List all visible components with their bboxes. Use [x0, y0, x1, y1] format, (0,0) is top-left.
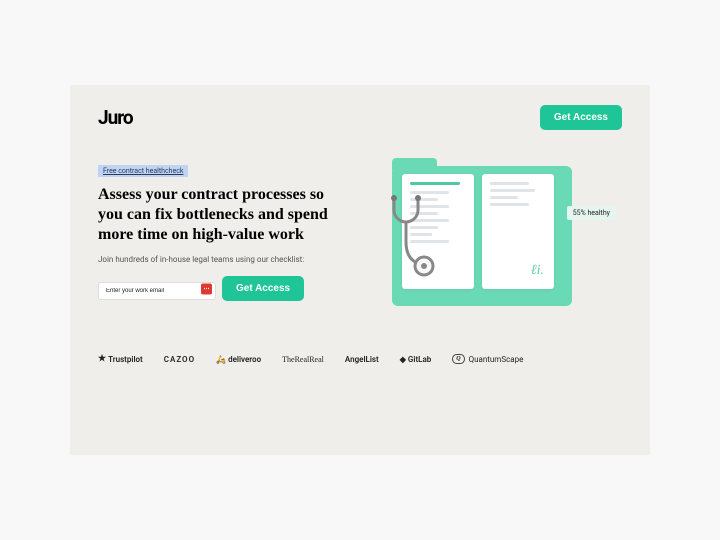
document-graphic-2: ℓi. [482, 174, 554, 289]
logo-deliveroo: 🛵deliveroo [216, 355, 261, 364]
hero-content: Free contract healthcheck Assess your co… [98, 158, 622, 318]
offer-badge[interactable]: Free contract healthcheck [98, 165, 188, 177]
document-graphic-1 [402, 174, 474, 289]
landing-page: Juro Get Access Free contract healthchec… [70, 85, 650, 455]
signup-form: ⋯ Get Access [98, 276, 348, 301]
subheading: Join hundreds of in-house legal teams us… [98, 255, 348, 264]
get-access-form-button[interactable]: Get Access [222, 276, 304, 301]
health-badge: 55% healthy [567, 206, 616, 220]
password-manager-icon[interactable]: ⋯ [201, 283, 212, 294]
email-input-wrap: ⋯ [98, 277, 216, 300]
gitlab-icon: ◆ [400, 355, 406, 364]
kangaroo-icon: 🛵 [216, 355, 226, 364]
get-access-header-button[interactable]: Get Access [540, 105, 622, 130]
logo: Juro [98, 106, 133, 129]
logo-trustpilot: ★Trustpilot [98, 354, 143, 364]
logo-quantumscape: QQuantumScape [452, 354, 523, 364]
logo-therealreal: TheRealReal [282, 355, 324, 364]
signature-graphic: ℓi. [531, 263, 544, 279]
logo-angellist: AngelList [345, 355, 379, 364]
headline: Assess your contract processes so you ca… [98, 185, 348, 245]
logo-gitlab: ◆GitLab [400, 355, 432, 364]
hero-text: Free contract healthcheck Assess your co… [98, 158, 348, 318]
star-icon: ★ [98, 354, 106, 364]
header: Juro Get Access [98, 105, 622, 130]
hero-illustration: ℓi. 55% healthy [372, 158, 622, 318]
customer-logos: ★Trustpilot CAZOO 🛵deliveroo TheRealReal… [98, 354, 622, 364]
email-input[interactable] [98, 282, 216, 300]
logo-cazoo: CAZOO [164, 355, 195, 364]
